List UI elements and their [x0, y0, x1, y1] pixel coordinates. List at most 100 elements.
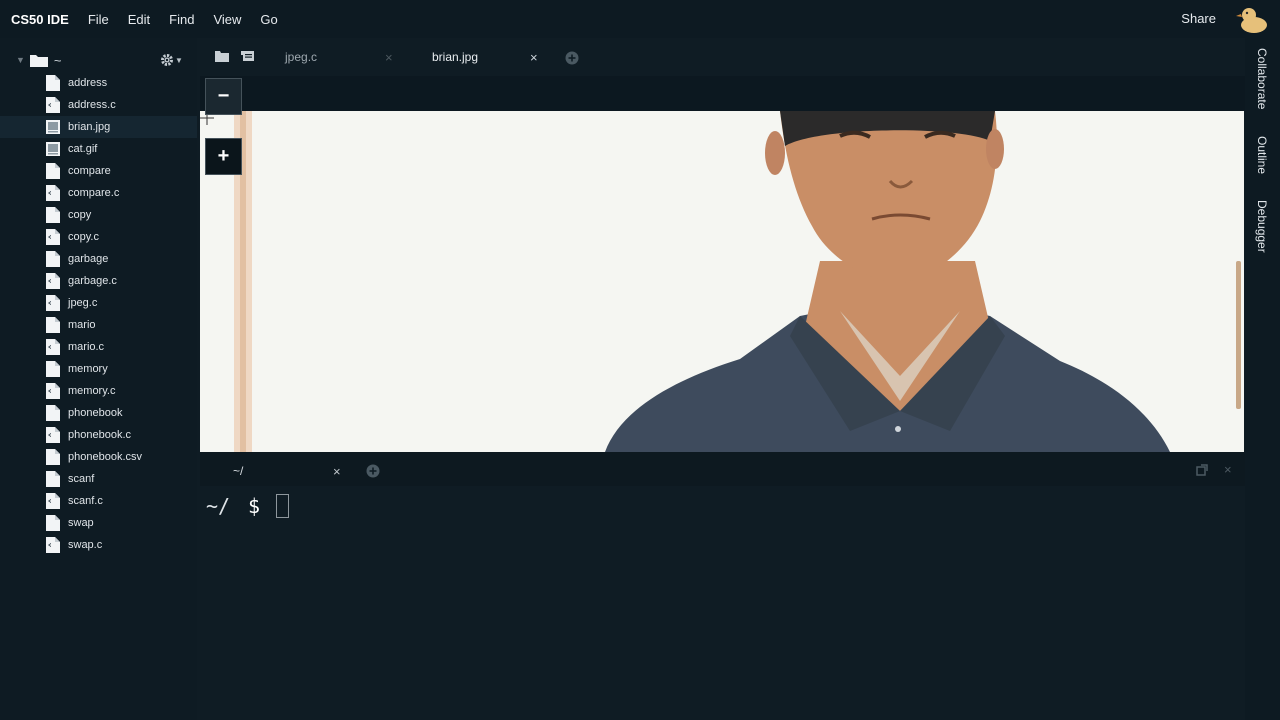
- c-file-icon: [46, 229, 60, 245]
- zoom-in-button[interactable]: +: [205, 138, 242, 175]
- menu-find[interactable]: Find: [169, 12, 194, 27]
- c-file-icon: [46, 97, 60, 113]
- file-name: copy: [68, 209, 92, 221]
- folder-icon: [29, 55, 48, 67]
- file-name: mario.c: [68, 341, 105, 353]
- terminal-cursor[interactable]: [276, 494, 289, 518]
- file-row[interactable]: swap: [0, 512, 197, 534]
- add-tab-icon[interactable]: [565, 51, 579, 65]
- chevron-down-icon: ▼: [175, 55, 183, 65]
- file-name: scanf: [68, 473, 95, 485]
- close-icon[interactable]: ×: [530, 50, 538, 65]
- close-icon[interactable]: ×: [385, 50, 393, 65]
- menu-bar: CS50 IDE File Edit Find View Go Share: [0, 0, 1280, 38]
- folder-toggle-icon[interactable]: [215, 50, 229, 62]
- menu-file[interactable]: File: [88, 12, 109, 27]
- file-row[interactable]: phonebook.c: [0, 424, 197, 446]
- zoom-out-button[interactable]: −: [205, 78, 242, 115]
- file-row[interactable]: copy: [0, 204, 197, 226]
- file-row[interactable]: mario: [0, 314, 197, 336]
- tab-label: brian.jpg: [432, 50, 479, 64]
- file-row[interactable]: compare: [0, 160, 197, 182]
- file-row[interactable]: scanf.c: [0, 490, 197, 512]
- file-row[interactable]: mario.c: [0, 336, 197, 358]
- app-title: CS50 IDE: [11, 11, 69, 27]
- file-name: mario: [68, 319, 96, 331]
- file-name: garbage.c: [68, 275, 117, 287]
- file-row[interactable]: copy.c: [0, 226, 197, 248]
- gear-icon: [161, 54, 173, 66]
- terminal-tab-label[interactable]: ~/: [233, 464, 243, 478]
- image-viewer[interactable]: [200, 111, 1244, 452]
- tab-jpeg-c[interactable]: jpeg.c ×: [285, 50, 397, 70]
- file-icon: [46, 515, 60, 531]
- file-name: scanf.c: [68, 495, 103, 507]
- tab-debugger[interactable]: Debugger: [1255, 200, 1269, 253]
- file-name: address.c: [68, 99, 116, 111]
- tree-root-label: ~: [53, 52, 62, 68]
- file-row[interactable]: jpeg.c: [0, 292, 197, 314]
- file-name: swap.c: [68, 539, 103, 551]
- file-icon: [46, 361, 60, 377]
- settings-button[interactable]: ▼: [160, 50, 186, 70]
- file-row[interactable]: swap.c: [0, 534, 197, 556]
- panel-toggle-icon[interactable]: [241, 50, 255, 62]
- file-name: cat.gif: [68, 143, 98, 155]
- file-row[interactable]: scanf: [0, 468, 197, 490]
- tab-outline[interactable]: Outline: [1255, 136, 1269, 174]
- tab-collaborate[interactable]: Collaborate: [1255, 48, 1269, 109]
- file-name: memory.c: [68, 385, 116, 397]
- file-icon: [46, 207, 60, 223]
- menu-edit[interactable]: Edit: [128, 12, 150, 27]
- file-name: brian.jpg: [68, 121, 111, 133]
- file-row[interactable]: address.c: [0, 94, 197, 116]
- share-button[interactable]: Share: [1181, 11, 1216, 26]
- vertical-scrollbar[interactable]: [1236, 261, 1241, 409]
- file-row[interactable]: memory.c: [0, 380, 197, 402]
- file-icon: [46, 163, 60, 179]
- image-file-icon: [46, 119, 60, 135]
- right-side-panel: Collaborate Outline Debugger: [1245, 38, 1280, 720]
- c-file-icon: [46, 339, 60, 355]
- menu-view[interactable]: View: [213, 12, 241, 27]
- prompt-symbol: $: [248, 494, 261, 518]
- c-file-icon: [46, 537, 60, 553]
- file-icon: [46, 75, 60, 91]
- menu-go[interactable]: Go: [260, 12, 277, 27]
- c-file-icon: [46, 185, 60, 201]
- file-row[interactable]: memory: [0, 358, 197, 380]
- duck-avatar-icon[interactable]: [1236, 4, 1270, 34]
- c-file-icon: [46, 493, 60, 509]
- file-row[interactable]: compare.c: [0, 182, 197, 204]
- file-row[interactable]: phonebook: [0, 402, 197, 424]
- editor-area: jpeg.c × brian.jpg × − + ~/ × × ~/ $: [197, 38, 1245, 720]
- terminal-tab-bar: ~/ × ×: [200, 452, 1245, 486]
- file-icon: [46, 471, 60, 487]
- add-terminal-icon[interactable]: [366, 464, 380, 478]
- close-pane-icon[interactable]: ×: [1224, 462, 1232, 477]
- file-name: copy.c: [68, 231, 99, 243]
- file-row[interactable]: garbage.c: [0, 270, 197, 292]
- file-icon: [46, 449, 60, 465]
- file-icon: [46, 317, 60, 333]
- file-name: phonebook.csv: [68, 451, 142, 463]
- file-row[interactable]: garbage: [0, 248, 197, 270]
- c-file-icon: [46, 273, 60, 289]
- maximize-icon[interactable]: [1196, 464, 1208, 476]
- c-file-icon: [46, 383, 60, 399]
- tree-root[interactable]: ▼ ~: [16, 51, 62, 69]
- file-icon: [46, 251, 60, 267]
- file-row[interactable]: cat.gif: [0, 138, 197, 160]
- file-icon: [46, 405, 60, 421]
- tab-brian-jpg[interactable]: brian.jpg ×: [432, 50, 544, 70]
- file-row[interactable]: brian.jpg: [0, 116, 197, 138]
- editor-tab-bar: jpeg.c × brian.jpg ×: [197, 38, 1245, 76]
- close-icon[interactable]: ×: [333, 464, 341, 479]
- prompt-path: ~/: [206, 494, 231, 518]
- file-list: address address.c brian.jpg cat.gif compare c…: [0, 72, 197, 556]
- file-row[interactable]: address: [0, 72, 197, 94]
- collapse-triangle-icon[interactable]: ▼: [16, 55, 25, 65]
- file-row[interactable]: phonebook.csv: [0, 446, 197, 468]
- terminal-body[interactable]: ~/ $: [200, 486, 1245, 720]
- portrait-image: [200, 111, 1244, 452]
